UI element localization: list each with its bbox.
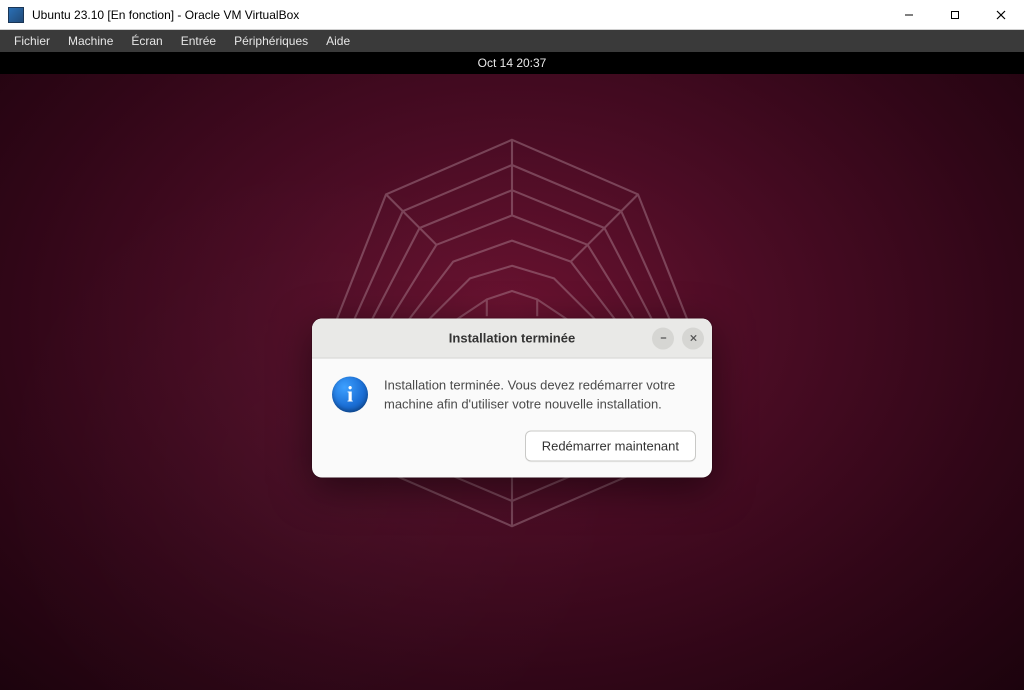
maximize-icon [950,10,960,20]
menu-machine[interactable]: Machine [60,32,121,50]
menu-aide[interactable]: Aide [318,32,358,50]
close-icon [689,334,698,343]
host-titlebar: Ubuntu 23.10 [En fonction] - Oracle VM V… [0,0,1024,30]
dialog-minimize-button[interactable] [652,327,674,349]
dialog-titlebar[interactable]: Installation terminée [312,319,712,359]
close-button[interactable] [978,0,1024,29]
host-window-controls [886,0,1024,29]
close-icon [996,10,1006,20]
menu-peripheriques[interactable]: Périphériques [226,32,316,50]
virtualbox-app-icon [8,7,24,23]
menu-fichier[interactable]: Fichier [6,32,58,50]
install-complete-dialog: Installation terminée i Installation ter… [312,319,712,478]
minimize-button[interactable] [886,0,932,29]
minimize-icon [659,334,668,343]
dialog-message: Installation terminée. Vous devez redéma… [384,377,692,415]
menu-ecran[interactable]: Écran [123,32,170,50]
guest-display: Oct 14 20:37 [0,52,1024,690]
vbox-menu-bar: Fichier Machine Écran Entrée Périphériqu… [0,30,1024,52]
dialog-close-button[interactable] [682,327,704,349]
maximize-button[interactable] [932,0,978,29]
restart-now-button[interactable]: Redémarrer maintenant [525,430,696,461]
minimize-icon [904,10,914,20]
info-icon: i [332,377,368,413]
dialog-title: Installation terminée [449,331,575,346]
ubuntu-desktop: Installation terminée i Installation ter… [0,74,1024,690]
menu-entree[interactable]: Entrée [173,32,224,50]
gnome-clock[interactable]: Oct 14 20:37 [478,56,547,70]
host-window-title: Ubuntu 23.10 [En fonction] - Oracle VM V… [32,8,886,22]
gnome-top-bar[interactable]: Oct 14 20:37 [0,52,1024,74]
